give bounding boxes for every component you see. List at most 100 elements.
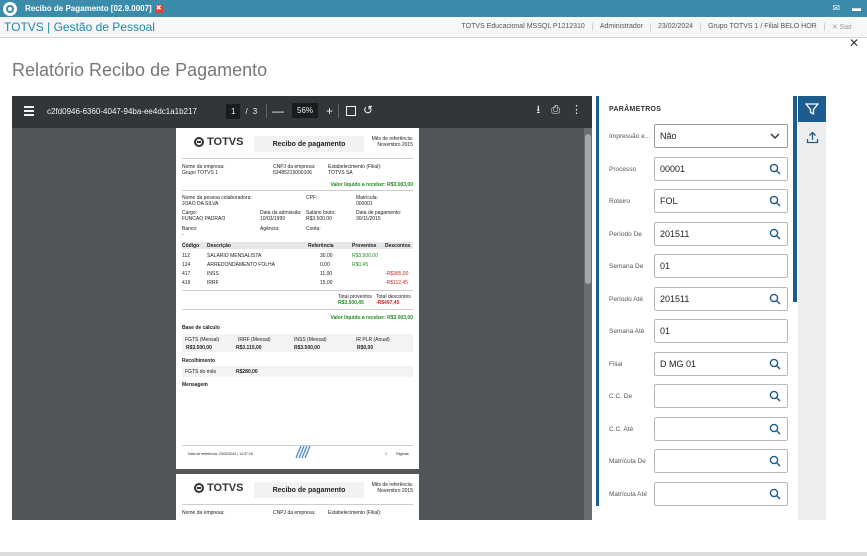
param-input[interactable]: 00001: [654, 156, 788, 181]
footer-page: 1: [385, 452, 387, 456]
zoom-level-input[interactable]: 56%: [292, 103, 319, 118]
param-input[interactable]: [654, 481, 788, 506]
param-label: C.C. Até: [609, 425, 634, 433]
param-input[interactable]: D MG 01: [654, 351, 788, 376]
chevron-down-icon[interactable]: [769, 130, 781, 142]
bottom-border: [0, 552, 867, 556]
search-icon[interactable]: [769, 163, 781, 175]
param-label: Filial: [609, 360, 623, 368]
table-cell-code: 417: [182, 271, 191, 277]
table-cell-desc_val: -R$385,00: [385, 271, 409, 277]
net-value: Valor líquido a receber: R$3.003,00: [330, 182, 413, 188]
search-icon[interactable]: [769, 195, 781, 207]
page-number-input[interactable]: 1: [226, 104, 241, 119]
param-input[interactable]: [654, 416, 788, 441]
user-label[interactable]: Administrador: [591, 23, 650, 31]
search-icon[interactable]: [769, 423, 781, 435]
param-row: Filial D MG 01: [599, 351, 794, 377]
base-val-inss: R$3.500,00: [294, 345, 320, 351]
print-icon[interactable]: ⎙: [551, 104, 560, 116]
pdf-page: TOTVS Recibo de pagamento Mês de referên…: [176, 474, 419, 520]
app-brand[interactable]: TOTVS | Gestão de Pessoal: [4, 20, 155, 34]
upload-icon: [806, 131, 818, 143]
base-val-irplr: R$0,00: [357, 345, 374, 351]
param-label: Semana Até: [609, 328, 645, 335]
totvs-logo: TOTVS: [194, 136, 243, 148]
pdf-scrollbar[interactable]: [584, 128, 592, 520]
agencia-label: Agência:: [260, 226, 280, 232]
minimize-icon[interactable]: ▬: [852, 3, 861, 14]
exit-icon: ✕: [831, 24, 840, 31]
search-icon[interactable]: [769, 358, 781, 370]
param-select[interactable]: Não: [654, 124, 788, 148]
download-icon[interactable]: ⭳: [536, 104, 540, 116]
close-page-icon[interactable]: ✕: [849, 36, 859, 50]
col-proventos: Proventos: [352, 243, 377, 249]
side-actions: [798, 96, 826, 520]
pagamento-value: 30/11/2015: [356, 216, 381, 222]
reference-month: Mês de referência: Novembro 2015: [372, 136, 413, 148]
zoom-out-button[interactable]: —: [272, 105, 284, 117]
param-label: Roteiro: [609, 198, 630, 205]
param-input[interactable]: [654, 384, 788, 408]
param-label: Processo: [609, 165, 637, 173]
mail-icon[interactable]: ✉: [832, 3, 840, 14]
search-icon[interactable]: [769, 455, 781, 467]
base-val-irrf: R$3.115,00: [236, 345, 262, 351]
branch-label[interactable]: Grupo TOTVS 1 / Filial BELO HOR: [700, 23, 824, 31]
total-desc-value: -R$497,45: [376, 300, 400, 306]
cnpj-label: CNPJ da empresa:: [273, 510, 316, 516]
param-value: FOL: [660, 196, 678, 206]
param-input[interactable]: FOL: [654, 189, 788, 213]
estab-value: TOTVS SA: [328, 170, 353, 176]
parameters-scrollbar[interactable]: [793, 96, 797, 302]
base-col-irplr: IR PLR (Anual): [356, 337, 390, 343]
more-options-icon[interactable]: ⋮: [571, 104, 582, 116]
table-cell-desc_val: -R$112,45: [385, 280, 408, 286]
employee-value: JOAO DA SILVA: [182, 201, 219, 207]
param-value: 201511: [660, 293, 690, 304]
search-icon[interactable]: [769, 293, 781, 305]
param-label: Matrícula De: [609, 458, 646, 465]
filter-button[interactable]: [798, 96, 826, 122]
scrollbar-thumb[interactable]: [585, 134, 591, 284]
param-row: Período De 201511: [599, 221, 794, 247]
param-label: Período De: [609, 230, 642, 238]
param-row: Processo 00001: [599, 156, 794, 182]
exit-button[interactable]: ✕ Sair: [823, 23, 859, 31]
rotate-icon[interactable]: ↺: [363, 104, 373, 116]
col-descricao: Descrição: [207, 243, 231, 249]
pdf-page: TOTVS Recibo de pagamento Mês de referên…: [176, 128, 419, 469]
search-icon[interactable]: [769, 228, 781, 240]
conta-label: Conta:: [306, 226, 321, 232]
pdf-viewer[interactable]: c2fd0946-6360-4047-94ba-ee4dc1a1b217 1 /…: [12, 96, 592, 520]
tab-close-icon[interactable]: ✖: [154, 4, 163, 13]
page-total: 3: [252, 107, 258, 116]
base-col-irrf: IRRF (Mensal): [238, 337, 271, 343]
param-input[interactable]: 01: [654, 319, 788, 343]
base-col-fgts: FGTS (Mensal): [185, 337, 220, 343]
table-cell-desc: ARREDONDAMENTO FOLHA: [207, 262, 275, 268]
zoom-in-button[interactable]: +: [326, 105, 333, 117]
estab-label: Estabelecimento (Filial):: [328, 510, 382, 516]
param-input[interactable]: 201511: [654, 221, 788, 246]
watermark-icon: [295, 445, 311, 459]
totvs-logo: TOTVS: [194, 482, 243, 494]
export-button[interactable]: [798, 126, 826, 148]
menu-icon[interactable]: [24, 106, 34, 116]
total-prov-value: R$3.500,45: [338, 300, 364, 306]
param-input[interactable]: 01: [654, 254, 788, 278]
app-header: TOTVS | Gestão de Pessoal TOTVS Educacio…: [0, 17, 867, 38]
search-icon[interactable]: [769, 488, 781, 500]
param-row: Matrícula De: [599, 449, 794, 474]
logo-text: TOTVS: [207, 136, 244, 148]
search-icon[interactable]: [769, 390, 781, 402]
environment-label: TOTVS Educacional MSSQL P1212310: [461, 23, 585, 30]
company-label: Nome da empresa:: [182, 510, 225, 516]
param-row: Período Até 201511: [599, 286, 794, 312]
param-row: Matrícula Até: [599, 481, 794, 507]
param-input[interactable]: 201511: [654, 286, 788, 311]
fit-page-icon[interactable]: [346, 106, 356, 116]
param-input[interactable]: [654, 449, 788, 473]
table-cell-code: 112: [182, 253, 190, 259]
